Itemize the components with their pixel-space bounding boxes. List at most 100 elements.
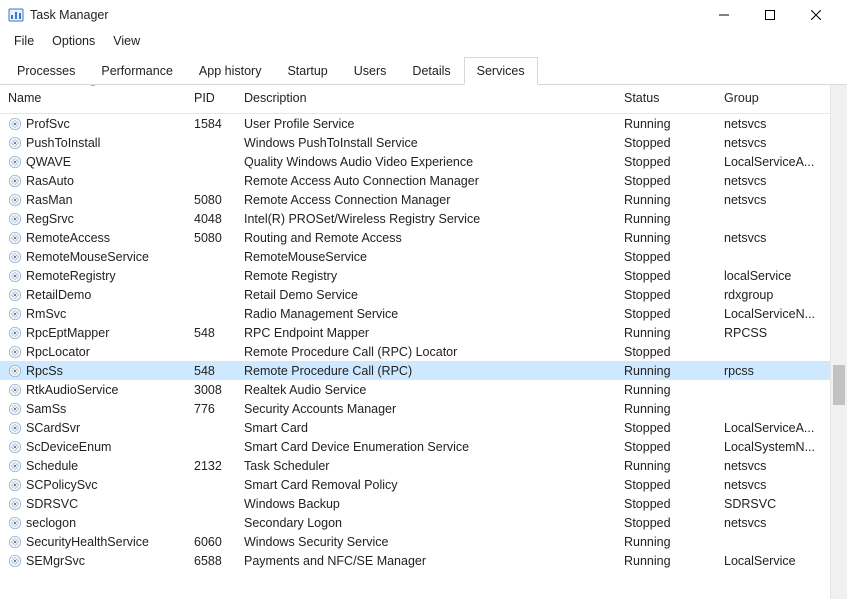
service-name-cell: ScDeviceEnum [0,437,186,456]
service-name-label: SecurityHealthService [26,535,149,549]
service-pid-cell [186,285,236,304]
service-name-label: SCPolicySvc [26,478,98,492]
service-name-label: RetailDemo [26,288,91,302]
service-name-label: RpcSs [26,364,63,378]
service-name-label: seclogon [26,516,76,530]
service-row[interactable]: SEMgrSvc6588Payments and NFC/SE ManagerR… [0,551,830,570]
service-row[interactable]: ProfSvc1584User Profile ServiceRunningne… [0,114,830,134]
gear-icon [8,478,22,492]
service-name-cell: SCardSvr [0,418,186,437]
service-name-label: RasAuto [26,174,74,188]
service-name-cell: RpcSs [0,361,186,380]
column-header-status[interactable]: Status [616,85,716,114]
tab-performance[interactable]: Performance [88,57,186,85]
service-group-cell [716,380,830,399]
service-group-cell: netsvcs [716,228,830,247]
service-description-cell: RPC Endpoint Mapper [236,323,616,342]
service-name-cell: RmSvc [0,304,186,323]
gear-icon [8,250,22,264]
service-row[interactable]: SamSs776Security Accounts ManagerRunning [0,399,830,418]
service-row[interactable]: QWAVEQuality Windows Audio Video Experie… [0,152,830,171]
service-row[interactable]: RetailDemoRetail Demo ServiceStoppedrdxg… [0,285,830,304]
gear-icon [8,364,22,378]
service-group-cell [716,342,830,361]
service-pid-cell: 2132 [186,456,236,475]
service-description-cell: Smart Card [236,418,616,437]
gear-icon [8,440,22,454]
service-name-label: PushToInstall [26,136,100,150]
minimize-button[interactable] [701,0,747,30]
service-row[interactable]: SDRSVCWindows BackupStoppedSDRSVC [0,494,830,513]
service-name-label: ScDeviceEnum [26,440,111,454]
service-row[interactable]: RegSrvc4048Intel(R) PROSet/Wireless Regi… [0,209,830,228]
column-header-group[interactable]: Group [716,85,830,114]
sort-asc-icon: ⌃ [90,85,97,92]
tab-services[interactable]: Services [464,57,538,85]
menu-view[interactable]: View [105,32,148,50]
service-name-label: QWAVE [26,155,71,169]
service-row[interactable]: RasAutoRemote Access Auto Connection Man… [0,171,830,190]
service-status-cell: Running [616,190,716,209]
service-pid-cell: 776 [186,399,236,418]
service-row[interactable]: PushToInstallWindows PushToInstall Servi… [0,133,830,152]
service-status-cell: Running [616,532,716,551]
scrollbar-thumb[interactable] [833,365,845,405]
service-status-cell: Running [616,323,716,342]
service-row[interactable]: RtkAudioService3008Realtek Audio Service… [0,380,830,399]
service-group-cell [716,532,830,551]
service-row[interactable]: RmSvcRadio Management ServiceStoppedLoca… [0,304,830,323]
service-name-label: SamSs [26,402,66,416]
service-group-cell [716,209,830,228]
service-row[interactable]: RpcLocatorRemote Procedure Call (RPC) Lo… [0,342,830,361]
service-pid-cell: 6588 [186,551,236,570]
menu-bar: File Options View [0,30,847,56]
column-header-description[interactable]: Description [236,85,616,114]
service-description-cell: Intel(R) PROSet/Wireless Registry Servic… [236,209,616,228]
services-table: ⌃ Name PID Description Status Group ProfS… [0,85,830,570]
menu-file[interactable]: File [6,32,42,50]
service-row[interactable]: SCPolicySvcSmart Card Removal PolicyStop… [0,475,830,494]
service-group-cell: rdxgroup [716,285,830,304]
service-name-cell: RemoteAccess [0,228,186,247]
gear-icon [8,345,22,359]
service-pid-cell [186,437,236,456]
maximize-button[interactable] [747,0,793,30]
service-description-cell: User Profile Service [236,114,616,134]
service-description-cell: Remote Registry [236,266,616,285]
service-row[interactable]: Schedule2132Task SchedulerRunningnetsvcs [0,456,830,475]
tab-users[interactable]: Users [341,57,400,85]
service-row[interactable]: seclogonSecondary LogonStoppednetsvcs [0,513,830,532]
tab-startup[interactable]: Startup [274,57,340,85]
tab-processes[interactable]: Processes [4,57,88,85]
gear-icon [8,212,22,226]
service-row[interactable]: RemoteAccess5080Routing and Remote Acces… [0,228,830,247]
service-row[interactable]: ScDeviceEnum Smart Card Device Enumeratio… [0,437,830,456]
column-header-pid[interactable]: PID [186,85,236,114]
service-status-cell: Stopped [616,171,716,190]
service-name-cell: SCPolicySvc [0,475,186,494]
service-name-label: RemoteAccess [26,231,110,245]
service-row[interactable]: SecurityHealthService6060Windows Securit… [0,532,830,551]
tab-details[interactable]: Details [399,57,463,85]
menu-options[interactable]: Options [44,32,103,50]
service-row[interactable]: RpcEptMapper548RPC Endpoint MapperRunnin… [0,323,830,342]
service-group-cell [716,247,830,266]
service-row[interactable]: RemoteRegistryRemote RegistryStoppedloca… [0,266,830,285]
tab-app-history[interactable]: App history [186,57,275,85]
service-pid-cell: 3008 [186,380,236,399]
service-row[interactable]: RemoteMouseServiceRemoteMouseServiceStop… [0,247,830,266]
service-row[interactable]: RpcSs548Remote Procedure Call (RPC)Runni… [0,361,830,380]
column-header-name-label: Name [8,91,41,105]
vertical-scrollbar[interactable] [830,85,847,599]
gear-icon [8,326,22,340]
service-name-label: SEMgrSvc [26,554,85,568]
close-button[interactable] [793,0,839,30]
column-header-name[interactable]: ⌃ Name [0,85,186,114]
service-group-cell: netsvcs [716,475,830,494]
service-description-cell: Smart Card Device Enumeration Service [236,437,616,456]
service-status-cell: Running [616,361,716,380]
service-row[interactable]: RasMan5080Remote Access Connection Manag… [0,190,830,209]
service-row[interactable]: SCardSvrSmart CardStoppedLocalServiceA..… [0,418,830,437]
gear-icon [8,155,22,169]
service-status-cell: Running [616,380,716,399]
